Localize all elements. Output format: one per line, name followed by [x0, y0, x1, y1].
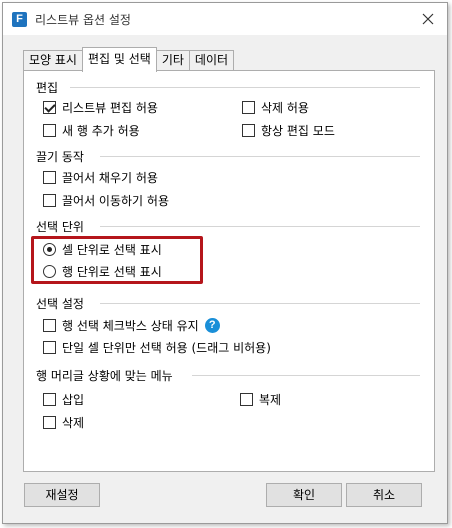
option-label: 삭제 — [62, 416, 85, 430]
option-label: 항상 편집 모드 — [261, 124, 335, 138]
option-label: 복제 — [259, 393, 282, 407]
option-allow-delete[interactable]: 삭제 허용 — [242, 99, 309, 116]
reset-button[interactable]: 재설정 — [24, 483, 100, 507]
radio-cell-unit[interactable]: 셀 단위로 선택 표시 — [43, 241, 162, 258]
tab-data[interactable]: 데이터 — [188, 50, 235, 71]
separator — [100, 226, 420, 227]
checkbox[interactable] — [43, 124, 56, 137]
radio-button[interactable] — [43, 243, 56, 256]
title-bar: F 리스트뷰 옵션 설정 — [3, 3, 447, 35]
separator — [100, 156, 420, 157]
options-dialog: F 리스트뷰 옵션 설정 모양 표시 편집 및 선택 기타 데이터 편집 리스트… — [2, 2, 448, 524]
option-menu-insert[interactable]: 삽입 — [43, 391, 84, 408]
option-label: 끌어서 채우기 허용 — [62, 171, 158, 185]
option-label: 삭제 허용 — [261, 101, 309, 115]
option-label: 셀 단위로 선택 표시 — [62, 243, 162, 257]
tab-other[interactable]: 기타 — [155, 50, 190, 71]
tab-edit-select[interactable]: 편집 및 선택 — [81, 47, 157, 72]
option-label: 끌어서 이동하기 허용 — [62, 194, 169, 208]
option-allow-new-row[interactable]: 새 행 추가 허용 — [43, 122, 140, 139]
close-button[interactable] — [419, 10, 437, 28]
tab-appearance[interactable]: 모양 표시 — [23, 50, 83, 71]
group-label-select-settings: 선택 설정 — [36, 297, 84, 311]
option-always-edit-mode[interactable]: 항상 편집 모드 — [242, 122, 335, 139]
separator — [100, 303, 420, 304]
checkbox[interactable] — [43, 341, 56, 354]
option-label: 행 단위로 선택 표시 — [62, 265, 162, 279]
checkbox[interactable] — [43, 171, 56, 184]
checkbox[interactable] — [43, 194, 56, 207]
help-icon[interactable]: ? — [204, 318, 220, 333]
option-drag-fill[interactable]: 끌어서 채우기 허용 — [43, 169, 158, 186]
option-drag-move[interactable]: 끌어서 이동하기 허용 — [43, 192, 169, 209]
checkbox[interactable] — [43, 101, 56, 114]
option-label: 리스트뷰 편집 허용 — [62, 101, 158, 115]
group-label-select-unit: 선택 단위 — [36, 220, 84, 234]
separator — [192, 375, 420, 376]
checkbox[interactable] — [240, 393, 253, 406]
checkbox[interactable] — [242, 124, 255, 137]
option-label: 새 행 추가 허용 — [62, 124, 140, 138]
radio-row-unit[interactable]: 행 단위로 선택 표시 — [43, 263, 162, 280]
group-label-edit: 편집 — [36, 81, 59, 95]
ok-button[interactable]: 확인 — [266, 483, 342, 507]
option-keep-row-checkbox[interactable]: 행 선택 체크박스 상태 유지 ? — [43, 317, 220, 334]
radio-button[interactable] — [43, 265, 56, 278]
option-label: 삽입 — [62, 393, 85, 407]
checkbox[interactable] — [43, 393, 56, 406]
option-label: 행 선택 체크박스 상태 유지 — [62, 319, 199, 333]
window-title: 리스트뷰 옵션 설정 — [35, 13, 131, 27]
separator — [70, 87, 420, 88]
checkbox[interactable] — [43, 319, 56, 332]
option-label: 단일 셀 단위만 선택 허용 (드래그 비허용) — [62, 341, 271, 355]
checkbox[interactable] — [242, 101, 255, 114]
checkbox[interactable] — [43, 416, 56, 429]
option-menu-duplicate[interactable]: 복제 — [240, 391, 281, 408]
tab-panel: 편집 리스트뷰 편집 허용 삭제 허용 새 행 추가 허용 항상 편집 모드 끌… — [23, 70, 435, 472]
cancel-button[interactable]: 취소 — [346, 483, 422, 507]
group-label-drag: 끌기 동작 — [36, 150, 84, 164]
option-allow-edit[interactable]: 리스트뷰 편집 허용 — [43, 99, 158, 116]
group-label-context-menu: 행 머리글 상황에 맞는 메뉴 — [36, 369, 173, 383]
tab-strip: 모양 표시 편집 및 선택 기타 데이터 — [23, 47, 235, 72]
option-menu-delete[interactable]: 삭제 — [43, 414, 84, 431]
close-icon — [422, 13, 434, 25]
option-single-cell-only[interactable]: 단일 셀 단위만 선택 허용 (드래그 비허용) — [43, 339, 271, 356]
app-icon: F — [12, 12, 27, 27]
